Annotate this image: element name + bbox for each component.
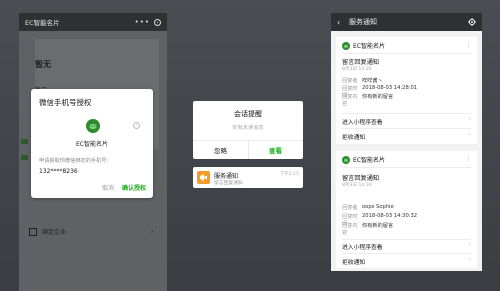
chevron-right-icon: ›: [468, 117, 471, 123]
row-value: 咩咩酱ヽ: [362, 78, 383, 84]
more-icon[interactable]: ⋮: [465, 41, 472, 49]
notification-card: EC智能名片 ⋮ 留言回复通知 8月3日 14:28 回复者 咩咩酱ヽ 回复时间…: [336, 37, 477, 144]
bind-company-label: 绑定企业: [42, 229, 67, 236]
navbar: ‹ 服务通知: [331, 13, 482, 31]
capsule-menu[interactable]: •••: [135, 18, 161, 26]
divider: [342, 53, 471, 54]
bind-company-row[interactable]: 绑定企业 ›: [29, 227, 153, 236]
view-button[interactable]: 查看: [248, 145, 303, 155]
dialog-subtitle: 你有未读消息: [232, 125, 264, 131]
notification-icon: [197, 171, 210, 184]
phone-number: 132****8236: [39, 168, 78, 175]
reject-notification-link[interactable]: 拒收通知 ›: [342, 132, 471, 141]
row-key: 回复者: [342, 78, 358, 84]
chevron-right-icon: ›: [468, 132, 471, 138]
dialog-title: 会话提醒: [234, 110, 262, 118]
date: 8月3日 14:30: [342, 183, 372, 188]
divider: [342, 253, 471, 254]
android-logo-icon: [86, 119, 100, 133]
link-label: 拒收通知: [342, 135, 366, 141]
session-reminder-dialog: 会话提醒 你有未读消息 忽略 查看: [193, 101, 303, 159]
back-icon[interactable]: ‹: [337, 18, 345, 27]
phone-auth-dialog: 微信手机号授权 ? EC智能名片 申请获取你微信绑定的手机号: 132****8…: [31, 89, 153, 198]
section-title: 留言回复通知: [342, 175, 380, 182]
row-key: 回复者: [342, 205, 358, 211]
detail-row: 回复内容 你有新的留言: [342, 93, 393, 107]
chevron-right-icon: ›: [468, 242, 471, 248]
empty-title: 暂无: [35, 60, 51, 69]
dialog-title: 微信手机号授权: [39, 98, 92, 107]
cancel-button[interactable]: 取消: [102, 183, 114, 192]
link-label: 进入小程序查看: [342, 245, 383, 251]
phone-right: ‹ 服务通知 EC智能名片 ⋮ 留言回复通知 8月3日 14:28 回复者 咩咩…: [331, 13, 482, 271]
notification-card: EC智能名片 ⋮ 留言回复通知 8月3日 14:30 回复者 oops Soph…: [336, 151, 477, 268]
detail-row: 回复内容 你有新的留言: [342, 222, 393, 236]
card-header: EC智能名片: [342, 155, 385, 164]
android-logo-icon: [342, 41, 350, 50]
row-value: oops Sophie: [362, 204, 394, 210]
row-value: 你有新的留言: [362, 223, 394, 229]
app-name: EC智能名片: [76, 141, 108, 148]
auth-description: 申请获取你微信绑定的手机号:: [39, 158, 109, 164]
row-value: 你有新的留言: [362, 94, 394, 100]
more-icon[interactable]: •••: [135, 18, 150, 26]
divider: [342, 239, 471, 240]
detail-row: 回复者 咩咩酱ヽ: [342, 77, 383, 84]
open-miniprogram-link[interactable]: 进入小程序查看 ›: [342, 117, 471, 126]
card-header: EC智能名片: [342, 41, 385, 50]
divider: [342, 113, 471, 114]
help-icon[interactable]: ?: [133, 122, 140, 129]
banner-subtitle: 留言回复通知: [214, 181, 243, 186]
close-miniprogram-icon[interactable]: [154, 18, 161, 26]
chevron-right-icon: ›: [468, 257, 471, 263]
page-title: 服务通知: [349, 18, 377, 26]
ignore-button[interactable]: 忽略: [193, 145, 248, 155]
android-logo-icon: [342, 155, 350, 164]
date: 8月3日 14:28: [342, 67, 372, 72]
row-key: 回复内容: [342, 223, 358, 236]
open-miniprogram-link[interactable]: 进入小程序查看 ›: [342, 242, 471, 251]
link-label: 进入小程序查看: [342, 120, 383, 126]
service-notification-banner[interactable]: 服务通知 留言回复通知 下午2:15: [193, 167, 303, 188]
app-title: EC智能名片: [25, 19, 60, 27]
grid-icon: [29, 227, 37, 236]
app-name: EC智能名片: [353, 43, 385, 50]
titlebar: EC智能名片 •••: [19, 13, 167, 31]
divider: [342, 128, 471, 129]
chevron-right-icon: ›: [151, 228, 154, 235]
section-title: 留言回复通知: [342, 59, 380, 66]
side-marker: [21, 155, 28, 160]
divider: [342, 167, 471, 168]
reject-notification-link[interactable]: 拒收通知 ›: [342, 257, 471, 266]
gear-icon[interactable]: [468, 18, 476, 26]
row-key: 回复内容: [342, 94, 358, 107]
banner-time: 下午2:15: [279, 172, 299, 177]
side-marker: [21, 139, 28, 144]
more-icon[interactable]: ⋮: [465, 155, 472, 163]
app-name: EC智能名片: [353, 157, 385, 164]
confirm-auth-button[interactable]: 确认授权: [122, 183, 146, 192]
link-label: 拒收通知: [342, 260, 366, 266]
detail-row: 回复者 oops Sophie: [342, 204, 394, 211]
